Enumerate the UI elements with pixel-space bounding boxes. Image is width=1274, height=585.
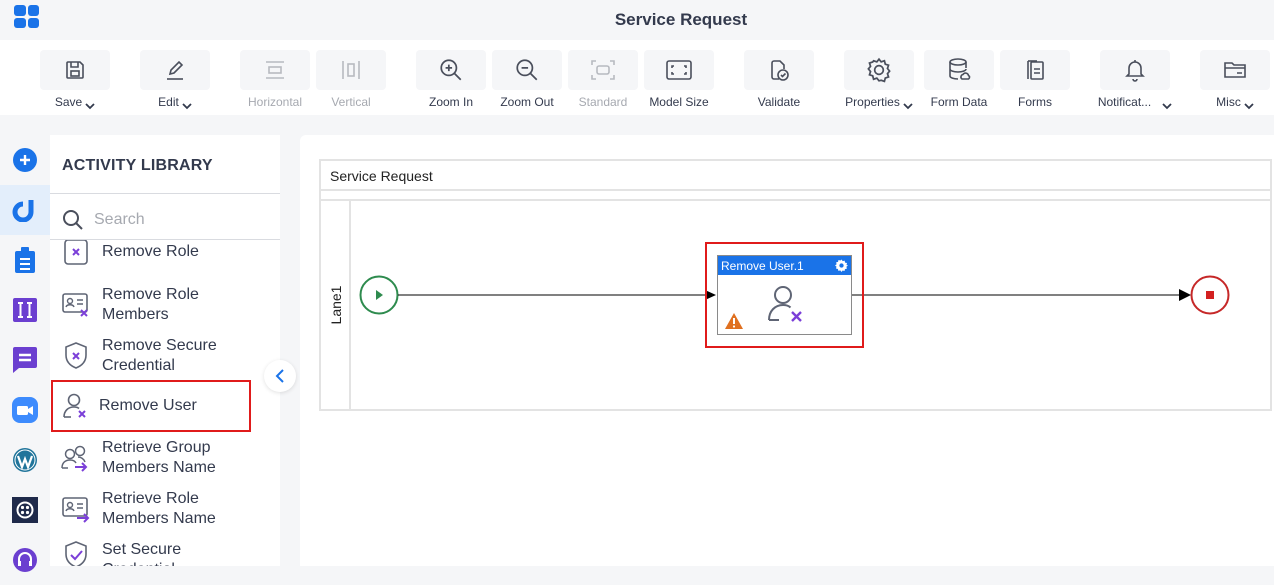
gear-icon[interactable]: [835, 259, 848, 275]
end-event[interactable]: [1190, 275, 1230, 315]
arrowhead-icon: [1179, 289, 1191, 301]
sequence-flow-start-to-task[interactable]: [398, 290, 716, 300]
remove-user-icon: [768, 286, 802, 322]
flow-diagram: [359, 275, 1230, 315]
start-event[interactable]: [359, 275, 399, 315]
sequence-flow-task-to-end[interactable]: [852, 289, 1191, 301]
task-remove-user[interactable]: Remove User.1: [717, 255, 852, 335]
task-title: Remove User.1: [721, 259, 804, 273]
task-header: Remove User.1: [718, 256, 851, 275]
stop-icon: [1206, 291, 1214, 299]
warning-icon[interactable]: [724, 312, 744, 330]
